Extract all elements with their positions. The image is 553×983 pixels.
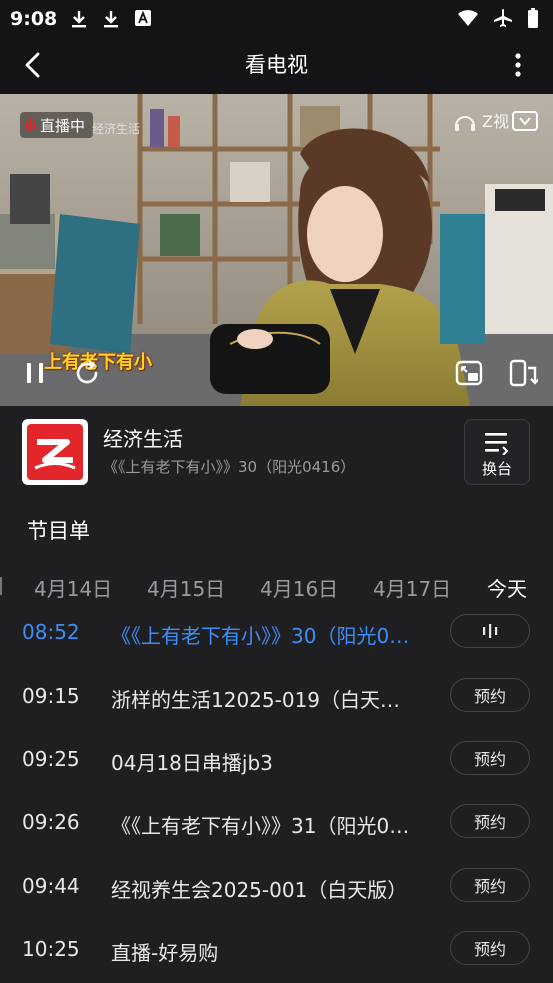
live-label: 直播中 [40,116,86,135]
program-time: 09:25 [22,747,80,771]
channel-logo [22,419,88,485]
tab-today[interactable]: 今天 [487,573,527,602]
pip-icon[interactable] [454,358,484,388]
refresh-icon[interactable] [72,358,102,388]
station-logo-text: Z视 [482,112,509,131]
status-time: 9:08 [10,8,58,30]
rotate-screen-icon[interactable] [508,358,538,388]
program-time: 09:26 [22,810,80,834]
program-row[interactable]: 09:26 《《上有老下有小》》31（阳光0416） 预约 [0,790,553,853]
program-name: 浙样的生活12025-019（白天版） [111,688,411,712]
download-icon [72,11,86,28]
airplane-icon [494,9,512,27]
live-badge: 直播中 [20,112,94,138]
program-row[interactable]: 09:44 经视养生会2025-001（白天版） 预约 [0,854,553,917]
now-playing-button[interactable] [450,614,530,648]
pause-icon[interactable] [20,358,50,388]
playing-bars-icon [483,624,498,638]
tab-date[interactable]: 4月15日 [147,573,225,602]
tab-date[interactable]: 4月16日 [260,573,338,602]
program-row[interactable]: 08:52 《《上有老下有小》》30（阳光0416） [0,600,553,663]
now-playing: 《《上有老下有小》》30（阳光0416） [103,458,356,476]
battery-icon [528,8,538,28]
schedule-title: 节目单 [27,519,90,543]
list-icon [485,433,509,455]
tab-date[interactable]: 4月14日 [34,573,112,602]
reserve-button[interactable]: 预约 [450,931,530,965]
a-notification-icon [135,10,151,26]
program-time: 09:15 [22,684,80,708]
program-time: 10:25 [22,937,80,961]
zhejiang-tv-logo-icon [27,424,83,480]
program-name: 经视养生会2025-001（白天版） [111,878,408,902]
program-name: 《《上有老下有小》》31（阳光0416） [111,814,411,838]
station-logo: Z视 [453,108,509,134]
program-time: 09:44 [22,874,80,898]
tab-date[interactable]: 4月17日 [373,573,451,602]
reserve-button[interactable]: 预约 [450,868,530,902]
reserve-button[interactable]: 预约 [450,804,530,838]
download-icon [104,11,118,28]
channel-name: 经济生活 [103,427,183,451]
live-indicator-icon [26,118,36,132]
channel-info: 经济生活 《《上有老下有小》》30（阳光0416） 换台 [0,406,553,498]
program-row[interactable]: 09:25 04月18日串播jb3 预约 [0,727,553,790]
reserve-button[interactable]: 预约 [450,678,530,712]
program-time: 08:52 [22,620,80,644]
channel-watermark: 经济生活 [92,122,141,136]
tab-scroll-edge [0,577,2,595]
video-player[interactable]: 直播中 经济生活 Z视 上有老下有小 [0,94,553,406]
switch-channel-button[interactable]: 换台 [464,419,530,485]
reserve-button[interactable]: 预约 [450,741,530,775]
station-logo-icon [454,115,475,131]
app-header: 看电视 [0,36,553,94]
program-name: 04月18日串播jb3 [111,751,273,775]
program-name: 《《上有老下有小》》30（阳光0416） [111,624,411,648]
wifi-icon [458,10,478,26]
page-title: 看电视 [245,53,308,77]
status-bar: 9:08 [0,0,553,36]
program-row[interactable]: 09:15 浙样的生活12025-019（白天版） 预约 [0,664,553,727]
program-row[interactable]: 10:25 直播-好易购 预约 [0,917,553,980]
more-options-button[interactable] [501,48,535,82]
program-name: 直播-好易购 [111,941,219,965]
tv-icon[interactable] [511,108,539,136]
switch-channel-label: 换台 [481,460,512,478]
